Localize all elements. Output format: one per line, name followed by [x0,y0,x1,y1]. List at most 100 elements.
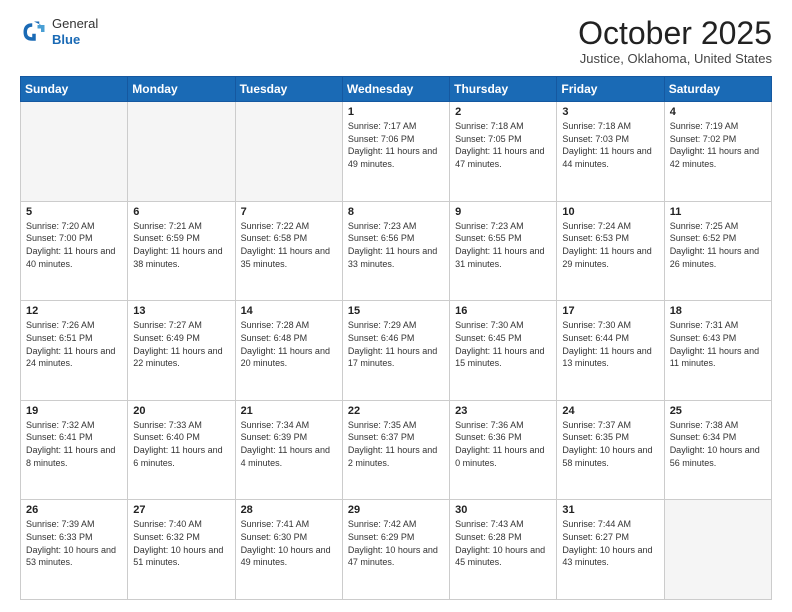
calendar-cell: 17Sunrise: 7:30 AMSunset: 6:44 PMDayligh… [557,301,664,401]
day-info: Sunrise: 7:42 AMSunset: 6:29 PMDaylight:… [348,518,444,568]
calendar-cell: 14Sunrise: 7:28 AMSunset: 6:48 PMDayligh… [235,301,342,401]
day-number: 16 [455,305,551,317]
day-number: 6 [133,206,229,218]
calendar-cell: 1 Sunrise: 7:17 AMSunset: 7:06 PMDaylight… [342,102,449,202]
calendar-cell: 11Sunrise: 7:25 AMSunset: 6:52 PMDayligh… [664,201,771,301]
day-info: Sunrise: 7:27 AMSunset: 6:49 PMDaylight:… [133,319,229,369]
calendar-cell: 22Sunrise: 7:35 AMSunset: 6:37 PMDayligh… [342,400,449,500]
day-info: Sunrise: 7:43 AMSunset: 6:28 PMDaylight:… [455,518,551,568]
calendar-cell: 6 Sunrise: 7:21 AMSunset: 6:59 PMDaylight… [128,201,235,301]
day-number: 11 [670,206,766,218]
calendar-cell: 19Sunrise: 7:32 AMSunset: 6:41 PMDayligh… [21,400,128,500]
day-info: Sunrise: 7:38 AMSunset: 6:34 PMDaylight:… [670,419,766,469]
calendar-cell: 12Sunrise: 7:26 AMSunset: 6:51 PMDayligh… [21,301,128,401]
calendar-cell: 2Sunrise: 7:18 AMSunset: 7:05 PMDaylight… [450,102,557,202]
header: General Blue October 2025 Justice, Oklah… [20,16,772,66]
day-number: 10 [562,206,658,218]
day-number: 8 [348,206,444,218]
logo-general: General [52,16,98,32]
day-info: Sunrise: 7:22 AMSunset: 6:58 PMDaylight:… [241,220,337,270]
day-info: Sunrise: 7:17 AMSunset: 7:06 PMDaylight:… [348,120,444,170]
day-number: 3 [562,106,658,118]
calendar-cell: 3 Sunrise: 7:18 AMSunset: 7:03 PMDaylight… [557,102,664,202]
logo: General Blue [20,16,98,47]
day-number: 5 [26,206,122,218]
calendar-week-1: 1 Sunrise: 7:17 AMSunset: 7:06 PMDaylight… [21,102,772,202]
day-number: 15 [348,305,444,317]
day-number: 1 [348,106,444,118]
day-info: Sunrise: 7:44 AMSunset: 6:27 PMDaylight:… [562,518,658,568]
calendar-cell: 25 Sunrise: 7:38 AMSunset: 6:34 PMDayligh… [664,400,771,500]
day-info: Sunrise: 7:39 AMSunset: 6:33 PMDaylight:… [26,518,122,568]
day-info: Sunrise: 7:40 AMSunset: 6:32 PMDaylight:… [133,518,229,568]
header-friday: Friday [557,77,664,102]
day-info: Sunrise: 7:18 AMSunset: 7:03 PMDaylight:… [562,120,658,170]
calendar-cell: 10 Sunrise: 7:24 AMSunset: 6:53 PMDayligh… [557,201,664,301]
calendar-cell: 26 Sunrise: 7:39 AMSunset: 6:33 PMDayligh… [21,500,128,600]
calendar-week-4: 19Sunrise: 7:32 AMSunset: 6:41 PMDayligh… [21,400,772,500]
day-info: Sunrise: 7:18 AMSunset: 7:05 PMDaylight:… [455,120,551,170]
logo-icon [20,18,48,46]
day-info: Sunrise: 7:19 AMSunset: 7:02 PMDaylight:… [670,120,766,170]
calendar-cell: 29 Sunrise: 7:42 AMSunset: 6:29 PMDayligh… [342,500,449,600]
calendar-cell: 23 Sunrise: 7:36 AMSunset: 6:36 PMDayligh… [450,400,557,500]
day-info: Sunrise: 7:37 AMSunset: 6:35 PMDaylight:… [562,419,658,469]
calendar-week-2: 5 Sunrise: 7:20 AMSunset: 7:00 PMDaylight… [21,201,772,301]
header-thursday: Thursday [450,77,557,102]
header-wednesday: Wednesday [342,77,449,102]
day-number: 23 [455,405,551,417]
day-number: 7 [241,206,337,218]
day-info: Sunrise: 7:32 AMSunset: 6:41 PMDaylight:… [26,419,122,469]
calendar-cell: 27Sunrise: 7:40 AMSunset: 6:32 PMDayligh… [128,500,235,600]
title-block: October 2025 Justice, Oklahoma, United S… [578,16,772,66]
day-info: Sunrise: 7:33 AMSunset: 6:40 PMDaylight:… [133,419,229,469]
day-info: Sunrise: 7:21 AMSunset: 6:59 PMDaylight:… [133,220,229,270]
calendar-cell: 21 Sunrise: 7:34 AMSunset: 6:39 PMDayligh… [235,400,342,500]
header-saturday: Saturday [664,77,771,102]
day-info: Sunrise: 7:41 AMSunset: 6:30 PMDaylight:… [241,518,337,568]
day-info: Sunrise: 7:35 AMSunset: 6:37 PMDaylight:… [348,419,444,469]
calendar-cell: 16Sunrise: 7:30 AMSunset: 6:45 PMDayligh… [450,301,557,401]
logo-text: General Blue [52,16,98,47]
day-info: Sunrise: 7:31 AMSunset: 6:43 PMDaylight:… [670,319,766,369]
day-number: 24 [562,405,658,417]
day-info: Sunrise: 7:34 AMSunset: 6:39 PMDaylight:… [241,419,337,469]
day-info: Sunrise: 7:29 AMSunset: 6:46 PMDaylight:… [348,319,444,369]
day-number: 18 [670,305,766,317]
page: General Blue October 2025 Justice, Oklah… [0,0,792,612]
calendar-cell: 7 Sunrise: 7:22 AMSunset: 6:58 PMDaylight… [235,201,342,301]
day-info: Sunrise: 7:24 AMSunset: 6:53 PMDaylight:… [562,220,658,270]
day-number: 28 [241,504,337,516]
month-title: October 2025 [578,16,772,51]
day-number: 26 [26,504,122,516]
day-number: 25 [670,405,766,417]
calendar-cell: 5 Sunrise: 7:20 AMSunset: 7:00 PMDaylight… [21,201,128,301]
calendar-cell: 4Sunrise: 7:19 AMSunset: 7:02 PMDaylight… [664,102,771,202]
calendar-cell: 28 Sunrise: 7:41 AMSunset: 6:30 PMDayligh… [235,500,342,600]
calendar-cell [128,102,235,202]
day-info: Sunrise: 7:23 AMSunset: 6:55 PMDaylight:… [455,220,551,270]
calendar-cell [21,102,128,202]
calendar-cell: 18 Sunrise: 7:31 AMSunset: 6:43 PMDayligh… [664,301,771,401]
day-number: 21 [241,405,337,417]
calendar-cell: 9 Sunrise: 7:23 AMSunset: 6:55 PMDaylight… [450,201,557,301]
day-number: 9 [455,206,551,218]
calendar-cell [664,500,771,600]
day-info: Sunrise: 7:20 AMSunset: 7:00 PMDaylight:… [26,220,122,270]
day-info: Sunrise: 7:26 AMSunset: 6:51 PMDaylight:… [26,319,122,369]
day-number: 14 [241,305,337,317]
calendar-cell: 31Sunrise: 7:44 AMSunset: 6:27 PMDayligh… [557,500,664,600]
calendar-week-5: 26 Sunrise: 7:39 AMSunset: 6:33 PMDayligh… [21,500,772,600]
day-info: Sunrise: 7:36 AMSunset: 6:36 PMDaylight:… [455,419,551,469]
location: Justice, Oklahoma, United States [578,51,772,66]
day-info: Sunrise: 7:30 AMSunset: 6:44 PMDaylight:… [562,319,658,369]
calendar-cell: 15 Sunrise: 7:29 AMSunset: 6:46 PMDayligh… [342,301,449,401]
day-number: 29 [348,504,444,516]
header-tuesday: Tuesday [235,77,342,102]
header-sunday: Sunday [21,77,128,102]
header-monday: Monday [128,77,235,102]
day-number: 20 [133,405,229,417]
weekday-header-row: Sunday Monday Tuesday Wednesday Thursday… [21,77,772,102]
calendar-week-3: 12Sunrise: 7:26 AMSunset: 6:51 PMDayligh… [21,301,772,401]
calendar-cell: 20 Sunrise: 7:33 AMSunset: 6:40 PMDayligh… [128,400,235,500]
